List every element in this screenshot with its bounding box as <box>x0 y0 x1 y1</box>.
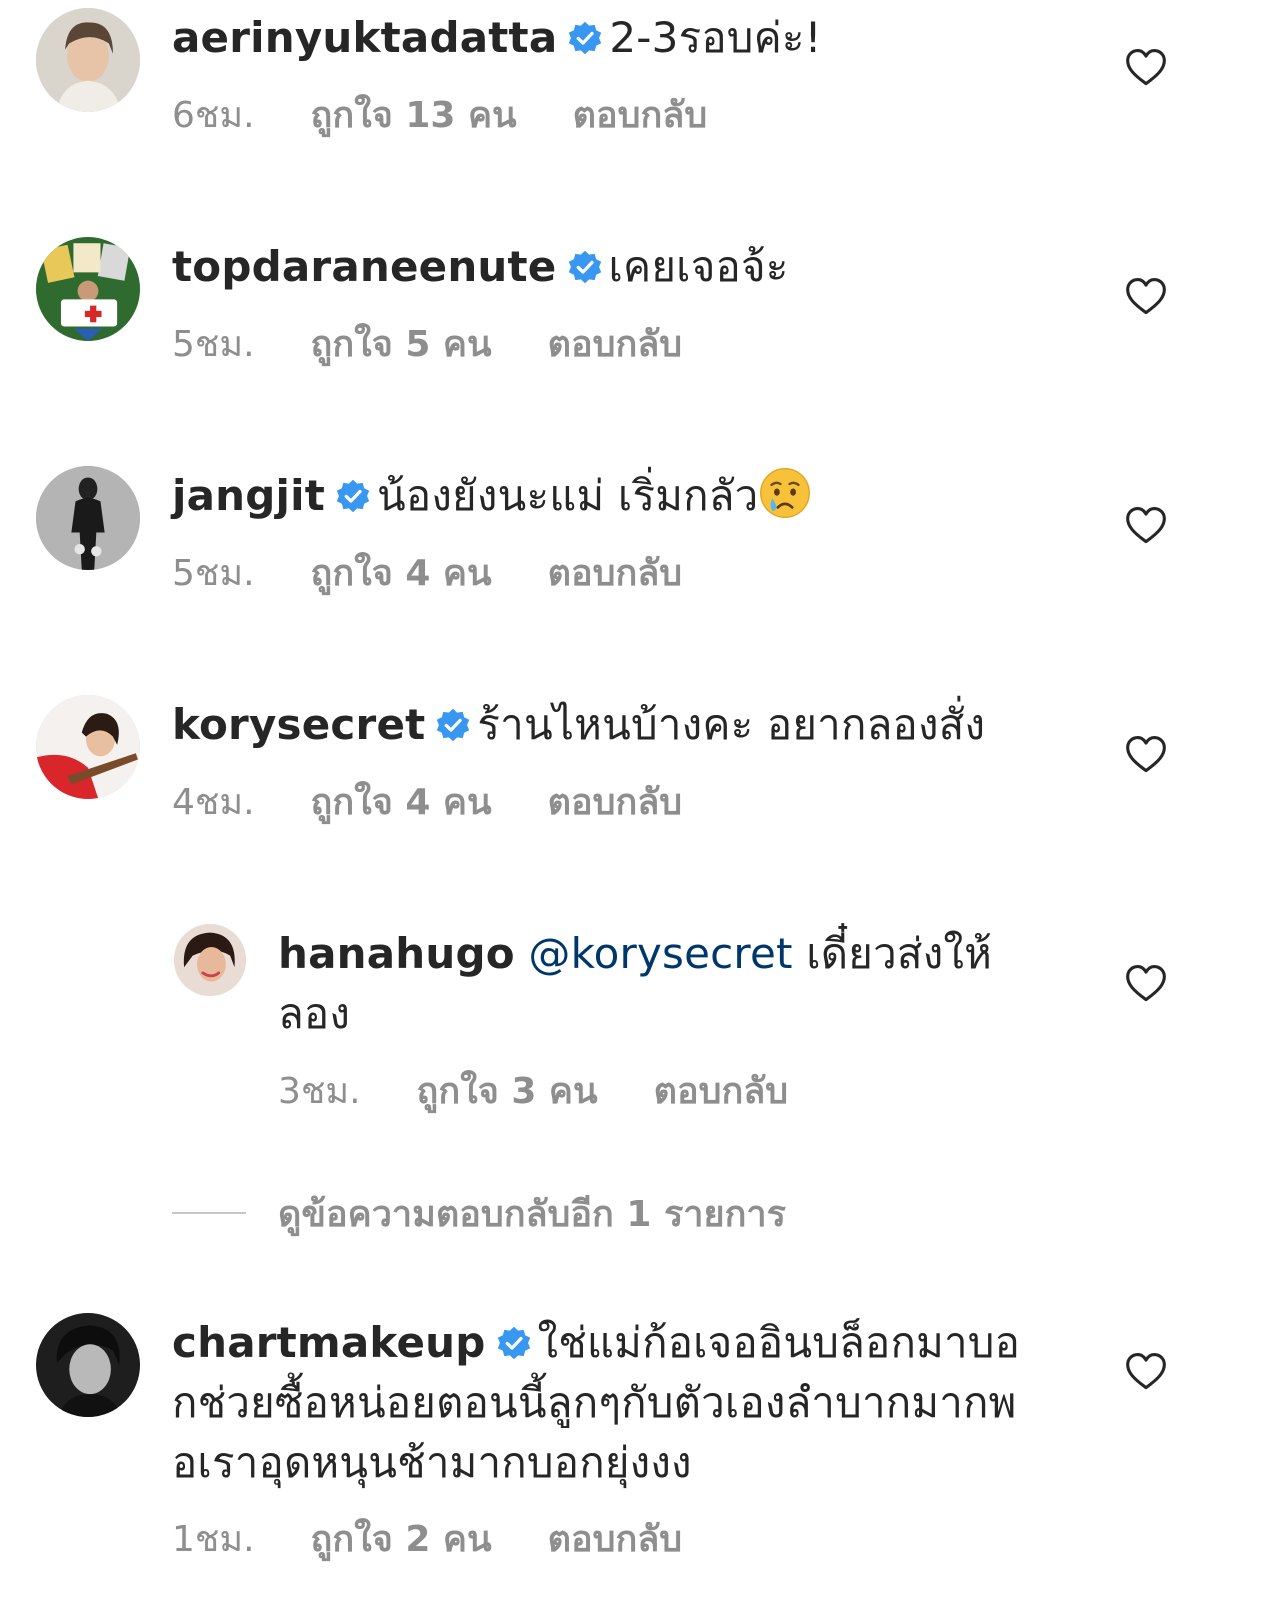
comment-line: hanahugo @korysecret เดี๋ยวส่งให้ลอง <box>278 924 1038 1044</box>
comment-text: น้องยังนะแม่ เริ่มกลัว <box>376 471 759 520</box>
comment-meta: 5ชม. ถูกใจ 4 คน ตอบกลับ <box>172 552 682 596</box>
verified-badge-icon <box>496 1325 532 1361</box>
like-heart-icon[interactable] <box>1124 504 1168 548</box>
avatar[interactable] <box>36 237 140 341</box>
comment-line: aerinyuktadatta 2-3รอบค่ะ! <box>172 8 1072 68</box>
like-heart-icon[interactable] <box>1124 1350 1168 1394</box>
comment-likes[interactable]: ถูกใจ 5 คน <box>311 323 492 367</box>
verified-badge-icon <box>435 707 471 743</box>
avatar[interactable] <box>36 466 140 570</box>
comment-meta: 3ชม. ถูกใจ 3 คน ตอบกลับ <box>278 1070 788 1114</box>
comment-username[interactable]: hanahugo <box>278 929 515 978</box>
comment-likes[interactable]: ถูกใจ 4 คน <box>311 781 492 825</box>
verified-badge-icon <box>335 478 371 514</box>
comments-feed: aerinyuktadatta 2-3รอบค่ะ! 6ชม. ถูกใจ 13 ค… <box>0 0 1266 1610</box>
reply-button[interactable]: ตอบกลับ <box>654 1070 789 1114</box>
comment-meta: 1ชม. ถูกใจ 2 คน ตอบกลับ <box>172 1518 682 1562</box>
comment-time: 6ชม. <box>172 95 255 136</box>
like-heart-icon[interactable] <box>1124 733 1168 777</box>
comment-body: topdaraneenute เคยเจอจ้ะ <box>172 237 1072 297</box>
comment-line: jangjit น้องยังนะแม่ เริ่มกลัว <box>172 466 1072 526</box>
reply-button[interactable]: ตอบกลับ <box>548 1518 683 1562</box>
reply-button[interactable]: ตอบกลับ <box>548 323 683 367</box>
view-more-replies-button[interactable]: ดูข้อความตอบกลับอีก 1 รายการ <box>172 1188 786 1238</box>
view-more-replies-label: ดูข้อความตอบกลับอีก 1 รายการ <box>278 1193 786 1235</box>
comment-likes[interactable]: ถูกใจ 13 คน <box>311 94 517 138</box>
divider <box>172 1212 246 1214</box>
comment-time: 1ชม. <box>172 1519 255 1560</box>
comment-username[interactable]: topdaraneenute <box>172 242 557 291</box>
avatar[interactable] <box>36 695 140 799</box>
mention-link[interactable]: @korysecret <box>528 929 792 978</box>
comment-time: 4ชม. <box>172 782 255 823</box>
verified-badge-icon <box>567 249 603 285</box>
comment-meta: 5ชม. ถูกใจ 5 คน ตอบกลับ <box>172 323 682 367</box>
avatar[interactable] <box>36 1313 140 1417</box>
comment-body: chartmakeup ใช่แม่ก้อเจออินบล็อกมาบอกช่วย… <box>172 1313 1032 1493</box>
like-heart-icon[interactable] <box>1124 962 1168 1006</box>
comment-username[interactable]: chartmakeup <box>172 1318 486 1367</box>
comment-line: topdaraneenute เคยเจอจ้ะ <box>172 237 1072 297</box>
reply-button[interactable]: ตอบกลับ <box>548 781 683 825</box>
reply-button[interactable]: ตอบกลับ <box>548 552 683 596</box>
comment-username[interactable]: aerinyuktadatta <box>172 13 557 62</box>
comment-meta: 4ชม. ถูกใจ 4 คน ตอบกลับ <box>172 781 682 825</box>
comment-body: aerinyuktadatta 2-3รอบค่ะ! <box>172 8 1072 68</box>
comment-time: 5ชม. <box>172 553 255 594</box>
reply-button[interactable]: ตอบกลับ <box>573 94 708 138</box>
comment-text: เคยเจอจ้ะ <box>608 242 789 291</box>
comment-body: jangjit น้องยังนะแม่ เริ่มกลัว <box>172 466 1072 526</box>
comment-username[interactable]: jangjit <box>172 471 325 520</box>
avatar[interactable] <box>174 924 246 996</box>
comment-username[interactable]: korysecret <box>172 700 425 749</box>
like-heart-icon[interactable] <box>1124 275 1168 319</box>
comment-line: korysecret ร้านไหนบ้างคะ อยากลองสั่ง <box>172 695 1072 755</box>
verified-badge-icon <box>567 20 603 56</box>
avatar[interactable] <box>36 8 140 112</box>
comment-text: 2-3รอบค่ะ! <box>609 13 822 62</box>
comment-likes[interactable]: ถูกใจ 4 คน <box>311 552 492 596</box>
like-heart-icon[interactable] <box>1124 46 1168 90</box>
comment-meta: 6ชม. ถูกใจ 13 คน ตอบกลับ <box>172 94 707 138</box>
comment-likes[interactable]: ถูกใจ 2 คน <box>311 1518 492 1562</box>
comment-body: hanahugo @korysecret เดี๋ยวส่งให้ลอง <box>278 924 1038 1044</box>
comment-likes[interactable]: ถูกใจ 3 คน <box>417 1070 598 1114</box>
crying-face-emoji-icon <box>758 466 812 520</box>
comment-body: korysecret ร้านไหนบ้างคะ อยากลองสั่ง <box>172 695 1072 755</box>
comment-time: 3ชม. <box>278 1071 361 1112</box>
comment-text: ร้านไหนบ้างคะ อยากลองสั่ง <box>477 700 986 749</box>
comment-line: chartmakeup ใช่แม่ก้อเจออินบล็อกมาบอกช่วย… <box>172 1313 1032 1493</box>
comment-time: 5ชม. <box>172 324 255 365</box>
